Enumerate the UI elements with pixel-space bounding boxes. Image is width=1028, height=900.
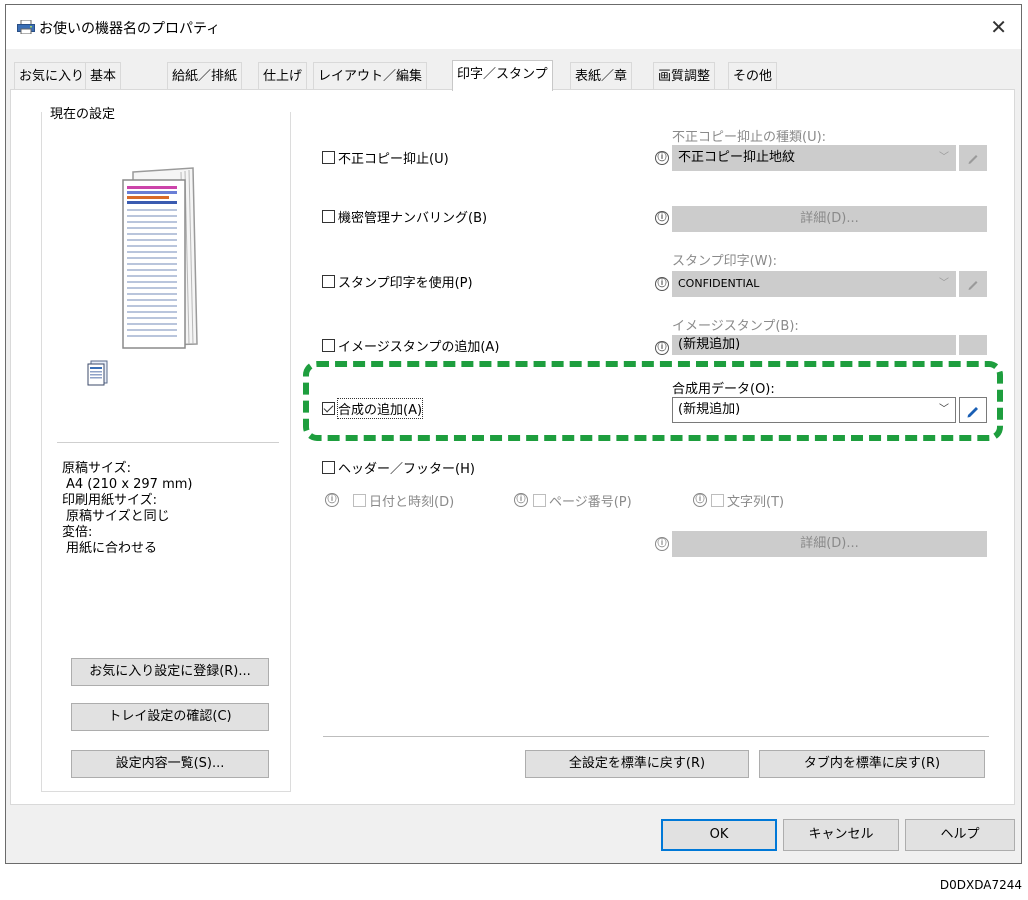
stamp-print-select[interactable]: CONFIDENTIAL ﹀ <box>672 271 956 297</box>
header-footer-label: ヘッダー／フッター(H) <box>338 462 475 477</box>
setting-value-print-paper-size: 原稿サイズと同じ <box>66 509 170 524</box>
stamp-print-value: CONFIDENTIAL <box>678 277 760 290</box>
stamp-print-label: スタンプ印字(W): <box>672 254 777 269</box>
copy-guard-type-select[interactable]: 不正コピー抑止地紋 ﹀ <box>672 145 956 171</box>
left-divider <box>57 442 279 443</box>
setting-label-original-size: 原稿サイズ: <box>62 461 131 476</box>
header-footer-option[interactable]: ヘッダー／フッター(H) <box>322 458 475 477</box>
overlay-checkbox[interactable] <box>322 402 335 415</box>
pencil-icon <box>968 281 978 290</box>
copy-guard-type-value: 不正コピー抑止地紋 <box>678 150 796 165</box>
overlay-data-select[interactable]: (新規追加) ﹀ <box>672 397 956 423</box>
setting-label-scale: 変倍: <box>62 525 93 540</box>
setting-value-scale: 用紙に合わせる <box>66 541 158 556</box>
chevron-down-icon: ﹀ <box>939 152 949 163</box>
confidential-numbering-checkbox[interactable] <box>322 210 335 223</box>
pencil-icon <box>968 155 978 164</box>
page-number-checkbox[interactable] <box>533 494 546 507</box>
copy-guard-edit-button[interactable] <box>959 145 987 171</box>
tab-paper-input-output[interactable]: 給紙／排紙 <box>167 62 243 89</box>
confidential-numbering-option[interactable]: 機密管理ナンバリング(B) <box>322 207 487 226</box>
numbering-details-button[interactable]: 詳細(D)... <box>672 206 987 232</box>
image-stamp-select-label: イメージスタンプ(B): <box>672 319 799 334</box>
reset-all-button[interactable]: 全設定を標準に戻す(R) <box>525 750 749 778</box>
text-string-label: 文字列(T) <box>727 495 785 510</box>
properties-dialog: お使いの機器名のプロパティ ✕ お気に入り 基本 給紙／排紙 仕上げ レイアウト… <box>5 4 1022 864</box>
printer-icon <box>17 20 35 34</box>
current-settings-label: 現在の設定 <box>47 103 119 122</box>
use-stamp-option[interactable]: スタンプ印字を使用(P) <box>322 272 473 291</box>
tab-layout-edit[interactable]: レイアウト／編集 <box>313 62 428 89</box>
tab-image-adjust[interactable]: 画質調整 <box>653 62 716 89</box>
single-page-icon <box>87 360 108 386</box>
copy-guard-label: 不正コピー抑止(U) <box>338 152 449 167</box>
settings-list-button[interactable]: 設定内容一覧(S)... <box>71 750 269 778</box>
chevron-down-icon: ﹀ <box>939 278 949 289</box>
figure-code: D0DXDA7244 <box>939 878 1022 892</box>
image-stamp-label: イメージスタンプの追加(A) <box>338 340 500 355</box>
current-settings-list: 原稿サイズ: A4 (210 x 297 mm) 印刷用紙サイズ: 原稿サイズと… <box>62 461 192 557</box>
info-icon[interactable]: ⓘ <box>655 277 669 291</box>
tab-cover-chapter[interactable]: 表紙／章 <box>570 62 633 89</box>
title-bar: お使いの機器名のプロパティ ✕ <box>6 5 1021 49</box>
chevron-down-icon: ﹀ <box>939 404 949 415</box>
tab-finishing[interactable]: 仕上げ <box>258 62 308 89</box>
info-icon[interactable]: ⓘ <box>655 211 669 225</box>
cancel-button[interactable]: キャンセル <box>783 819 899 851</box>
overlay-data-label: 合成用データ(O): <box>672 382 775 397</box>
copy-guard-type-label: 不正コピー抑止の種類(U): <box>672 130 827 145</box>
text-string-option[interactable]: 文字列(T) <box>711 491 784 510</box>
date-time-option[interactable]: 日付と時刻(D) <box>353 491 454 510</box>
window-title: お使いの機器名のプロパティ <box>39 21 221 37</box>
tab-basic[interactable]: 基本 <box>85 62 122 89</box>
image-stamp-select[interactable]: (新規追加) <box>672 335 956 355</box>
confidential-numbering-label: 機密管理ナンバリング(B) <box>338 211 488 226</box>
overlay-data-value: (新規追加) <box>678 402 741 417</box>
info-icon[interactable]: ⓘ <box>655 341 669 355</box>
use-stamp-checkbox[interactable] <box>322 275 335 288</box>
date-time-checkbox[interactable] <box>353 494 366 507</box>
image-stamp-select-value: (新規追加) <box>678 337 741 352</box>
image-stamp-option[interactable]: イメージスタンプの追加(A) <box>322 336 499 355</box>
page-number-option[interactable]: ページ番号(P) <box>533 491 632 510</box>
use-stamp-label: スタンプ印字を使用(P) <box>338 276 473 291</box>
register-favorite-button[interactable]: お気に入り設定に登録(R)... <box>71 658 269 686</box>
overlay-label: 合成の追加(A) <box>336 398 424 419</box>
info-icon[interactable]: ⓘ <box>655 151 669 165</box>
tray-settings-button[interactable]: トレイ設定の確認(C) <box>71 703 269 731</box>
copy-guard-checkbox[interactable] <box>322 151 335 164</box>
image-stamp-edit-button[interactable] <box>959 335 987 355</box>
tab-bar: お気に入り 基本 給紙／排紙 仕上げ レイアウト／編集 印字／スタンプ 表紙／章… <box>6 60 1021 91</box>
overlay-option[interactable]: 合成の追加(A) <box>322 398 424 419</box>
close-icon[interactable]: ✕ <box>990 15 1007 39</box>
info-icon[interactable]: ⓘ <box>325 493 339 507</box>
tab-other[interactable]: その他 <box>728 62 778 89</box>
info-icon[interactable]: ⓘ <box>693 493 707 507</box>
copy-guard-option[interactable]: 不正コピー抑止(U) <box>322 148 449 167</box>
text-string-checkbox[interactable] <box>711 494 724 507</box>
info-icon[interactable]: ⓘ <box>655 537 669 551</box>
header-footer-checkbox[interactable] <box>322 461 335 474</box>
document-preview-icon <box>122 167 198 349</box>
bottom-divider <box>323 736 989 737</box>
reset-tab-button[interactable]: タブ内を標準に戻す(R) <box>759 750 985 778</box>
overlay-edit-button[interactable] <box>959 397 987 423</box>
header-footer-details-button[interactable]: 詳細(D)... <box>672 531 987 557</box>
setting-value-original-size: A4 (210 x 297 mm) <box>66 477 193 492</box>
tab-panel-print-stamp: 現在の設定 原稿サイズ: A4 (210 x 297 mm) 印刷用紙サイズ: … <box>10 89 1015 805</box>
ok-button[interactable]: OK <box>661 819 777 851</box>
setting-label-print-paper-size: 印刷用紙サイズ: <box>62 493 157 508</box>
info-icon[interactable]: ⓘ <box>514 493 528 507</box>
page-number-label: ページ番号(P) <box>549 495 632 510</box>
tab-favorites[interactable]: お気に入り <box>14 62 90 89</box>
pencil-icon <box>967 407 978 418</box>
image-stamp-checkbox[interactable] <box>322 339 335 352</box>
tab-print-stamp[interactable]: 印字／スタンプ <box>452 60 553 91</box>
date-time-label: 日付と時刻(D) <box>369 495 455 510</box>
stamp-edit-button[interactable] <box>959 271 987 297</box>
help-button[interactable]: ヘルプ <box>905 819 1015 851</box>
